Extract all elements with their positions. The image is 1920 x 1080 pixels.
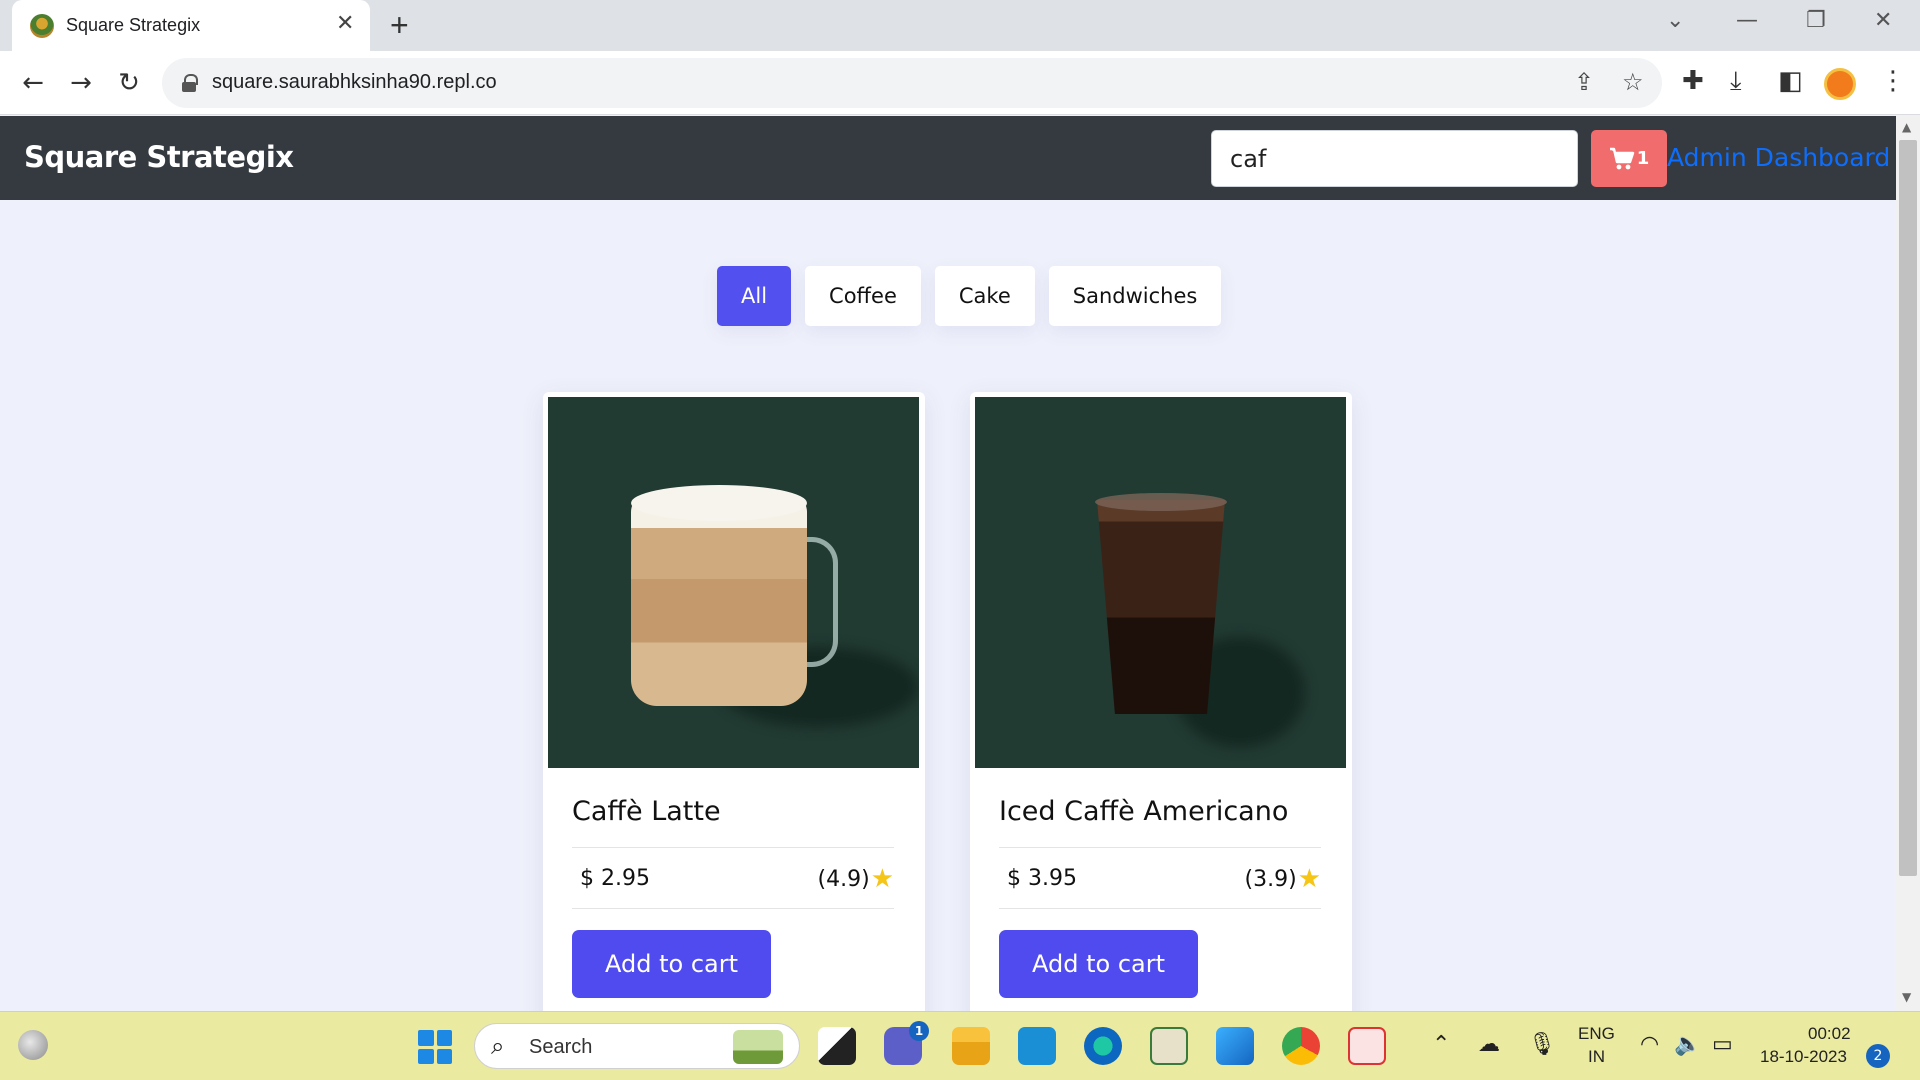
wifi-icon[interactable]: ◠ <box>1640 1032 1659 1057</box>
star-icon: ★ <box>1297 864 1321 894</box>
onedrive-cloud-icon[interactable]: ☁ <box>1478 1032 1500 1057</box>
clock-date[interactable]: 18-10-2023 <box>1760 1047 1847 1067</box>
rating-value: (3.9) <box>1244 866 1297 892</box>
product-image <box>975 397 1346 768</box>
menu-kebab-icon[interactable]: ⋮ <box>1880 66 1906 96</box>
restore-icon[interactable]: ❐ <box>1806 8 1826 33</box>
browser-tab[interactable]: Square Strategix ✕ <box>12 0 370 51</box>
taskbar-search-label: Search <box>529 1036 593 1058</box>
divider <box>999 908 1321 909</box>
filter-coffee-button[interactable]: Coffee <box>805 266 921 326</box>
product-image <box>548 397 919 768</box>
notification-count-badge[interactable]: 2 <box>1866 1044 1890 1068</box>
task-view-icon[interactable] <box>818 1027 856 1065</box>
address-bar[interactable]: square.saurabhksinha90.repl.co ⇪ ☆ <box>162 58 1662 108</box>
product-card: Caffè Latte $ 2.95 (4.9) ★ Add to cart <box>543 392 925 1011</box>
reload-icon[interactable]: ↻ <box>110 64 148 102</box>
browser-toolbar: ← → ↻ square.saurabhksinha90.repl.co ⇪ ☆… <box>0 51 1920 115</box>
file-explorer-icon[interactable] <box>952 1027 990 1065</box>
filter-sandwiches-button[interactable]: Sandwiches <box>1048 266 1222 326</box>
product-card: Iced Caffè Americano $ 3.95 (3.9) ★ Add … <box>970 392 1352 1011</box>
snipping-tool-icon[interactable] <box>1348 1027 1386 1065</box>
divider <box>999 847 1321 848</box>
scroll-up-icon[interactable]: ▲ <box>1902 120 1911 134</box>
edge-browser-icon[interactable] <box>1084 1027 1122 1065</box>
windows-taskbar: ⌕ Search 1 ⌃ ☁ 🎙 ENG IN ◠ 🔈 ▭ 00:02 18-1… <box>0 1011 1920 1080</box>
volume-icon[interactable]: 🔈 <box>1674 1032 1701 1057</box>
category-filters: All Coffee Cake Sandwiches <box>717 266 1222 326</box>
lock-icon[interactable] <box>182 74 198 92</box>
product-name: Caffè Latte <box>572 796 721 827</box>
divider <box>572 908 894 909</box>
admin-dashboard-link[interactable]: Admin Dashboard <box>1667 143 1890 172</box>
windows-start-icon[interactable] <box>418 1030 452 1064</box>
shopping-cart-icon <box>1609 147 1634 169</box>
side-panel-icon[interactable]: ◧ <box>1778 66 1803 96</box>
site-brand[interactable]: Square Strategix <box>24 140 294 174</box>
close-tab-icon[interactable]: ✕ <box>336 11 354 37</box>
site-favicon-icon <box>30 14 54 38</box>
tab-title: Square Strategix <box>66 15 201 35</box>
chat-badge: 1 <box>909 1021 929 1041</box>
product-rating: (3.9) ★ <box>1245 864 1321 894</box>
cart-count-badge: 1 <box>1636 148 1650 169</box>
search-input[interactable] <box>1211 130 1578 187</box>
url-text[interactable]: square.saurabhksinha90.repl.co <box>212 71 497 94</box>
product-rating: (4.9) ★ <box>818 864 894 894</box>
scrollbar-thumb[interactable] <box>1899 140 1917 876</box>
taskbar-search-box[interactable]: ⌕ Search <box>474 1023 800 1069</box>
search-icon: ⌕ <box>491 1032 505 1060</box>
product-price: $ 2.95 <box>580 866 650 891</box>
tray-chevron-up-icon[interactable]: ⌃ <box>1432 1032 1450 1057</box>
microphone-icon[interactable]: 🎙 <box>1528 1032 1556 1057</box>
search-highlight-image <box>733 1030 783 1064</box>
site-navbar: Square Strategix 1 Admin Dashboard <box>0 116 1896 200</box>
new-tab-icon[interactable]: + <box>390 7 409 43</box>
download-icon[interactable]: ⤓ <box>1730 66 1742 97</box>
product-price: $ 3.95 <box>1007 866 1077 891</box>
forward-arrow-icon[interactable]: → <box>62 64 100 102</box>
rating-value: (4.9) <box>817 866 870 892</box>
close-window-icon[interactable]: ✕ <box>1874 8 1892 33</box>
cart-button[interactable]: 1 <box>1591 130 1667 187</box>
bookmark-star-icon[interactable]: ☆ <box>1622 68 1644 96</box>
chrome-browser-icon[interactable] <box>1282 1027 1320 1065</box>
filter-all-button[interactable]: All <box>717 266 792 326</box>
filter-cake-button[interactable]: Cake <box>934 266 1035 326</box>
divider <box>572 847 894 848</box>
product-name: Iced Caffè Americano <box>999 796 1289 827</box>
star-icon: ★ <box>870 864 894 894</box>
language-region: IN <box>1588 1047 1605 1066</box>
scroll-down-icon[interactable]: ▼ <box>1902 990 1911 1004</box>
add-to-cart-button[interactable]: Add to cart <box>999 930 1198 998</box>
tab-search-chevron-icon[interactable]: ⌄ <box>1666 8 1684 33</box>
tab-strip: Square Strategix ✕ + ⌄ — ❐ ✕ <box>0 0 1920 51</box>
language-indicator[interactable]: ENG <box>1578 1024 1615 1044</box>
minimize-icon[interactable]: — <box>1736 8 1758 33</box>
clock-time[interactable]: 00:02 <box>1808 1024 1851 1044</box>
battery-icon[interactable]: ▭ <box>1712 1032 1733 1057</box>
launcher-l-icon[interactable] <box>1018 1027 1056 1065</box>
photos-app-icon[interactable] <box>1216 1027 1254 1065</box>
notepad-app-icon[interactable] <box>1150 1027 1188 1065</box>
weather-widget-icon[interactable] <box>18 1030 48 1060</box>
web-page: Square Strategix 1 Admin Dashboard All C… <box>0 116 1896 1011</box>
back-arrow-icon[interactable]: ← <box>14 64 52 102</box>
share-icon[interactable]: ⇪ <box>1574 68 1594 96</box>
extensions-puzzle-icon[interactable]: ✚ <box>1682 66 1704 96</box>
profile-avatar[interactable] <box>1824 68 1856 100</box>
add-to-cart-button[interactable]: Add to cart <box>572 930 771 998</box>
